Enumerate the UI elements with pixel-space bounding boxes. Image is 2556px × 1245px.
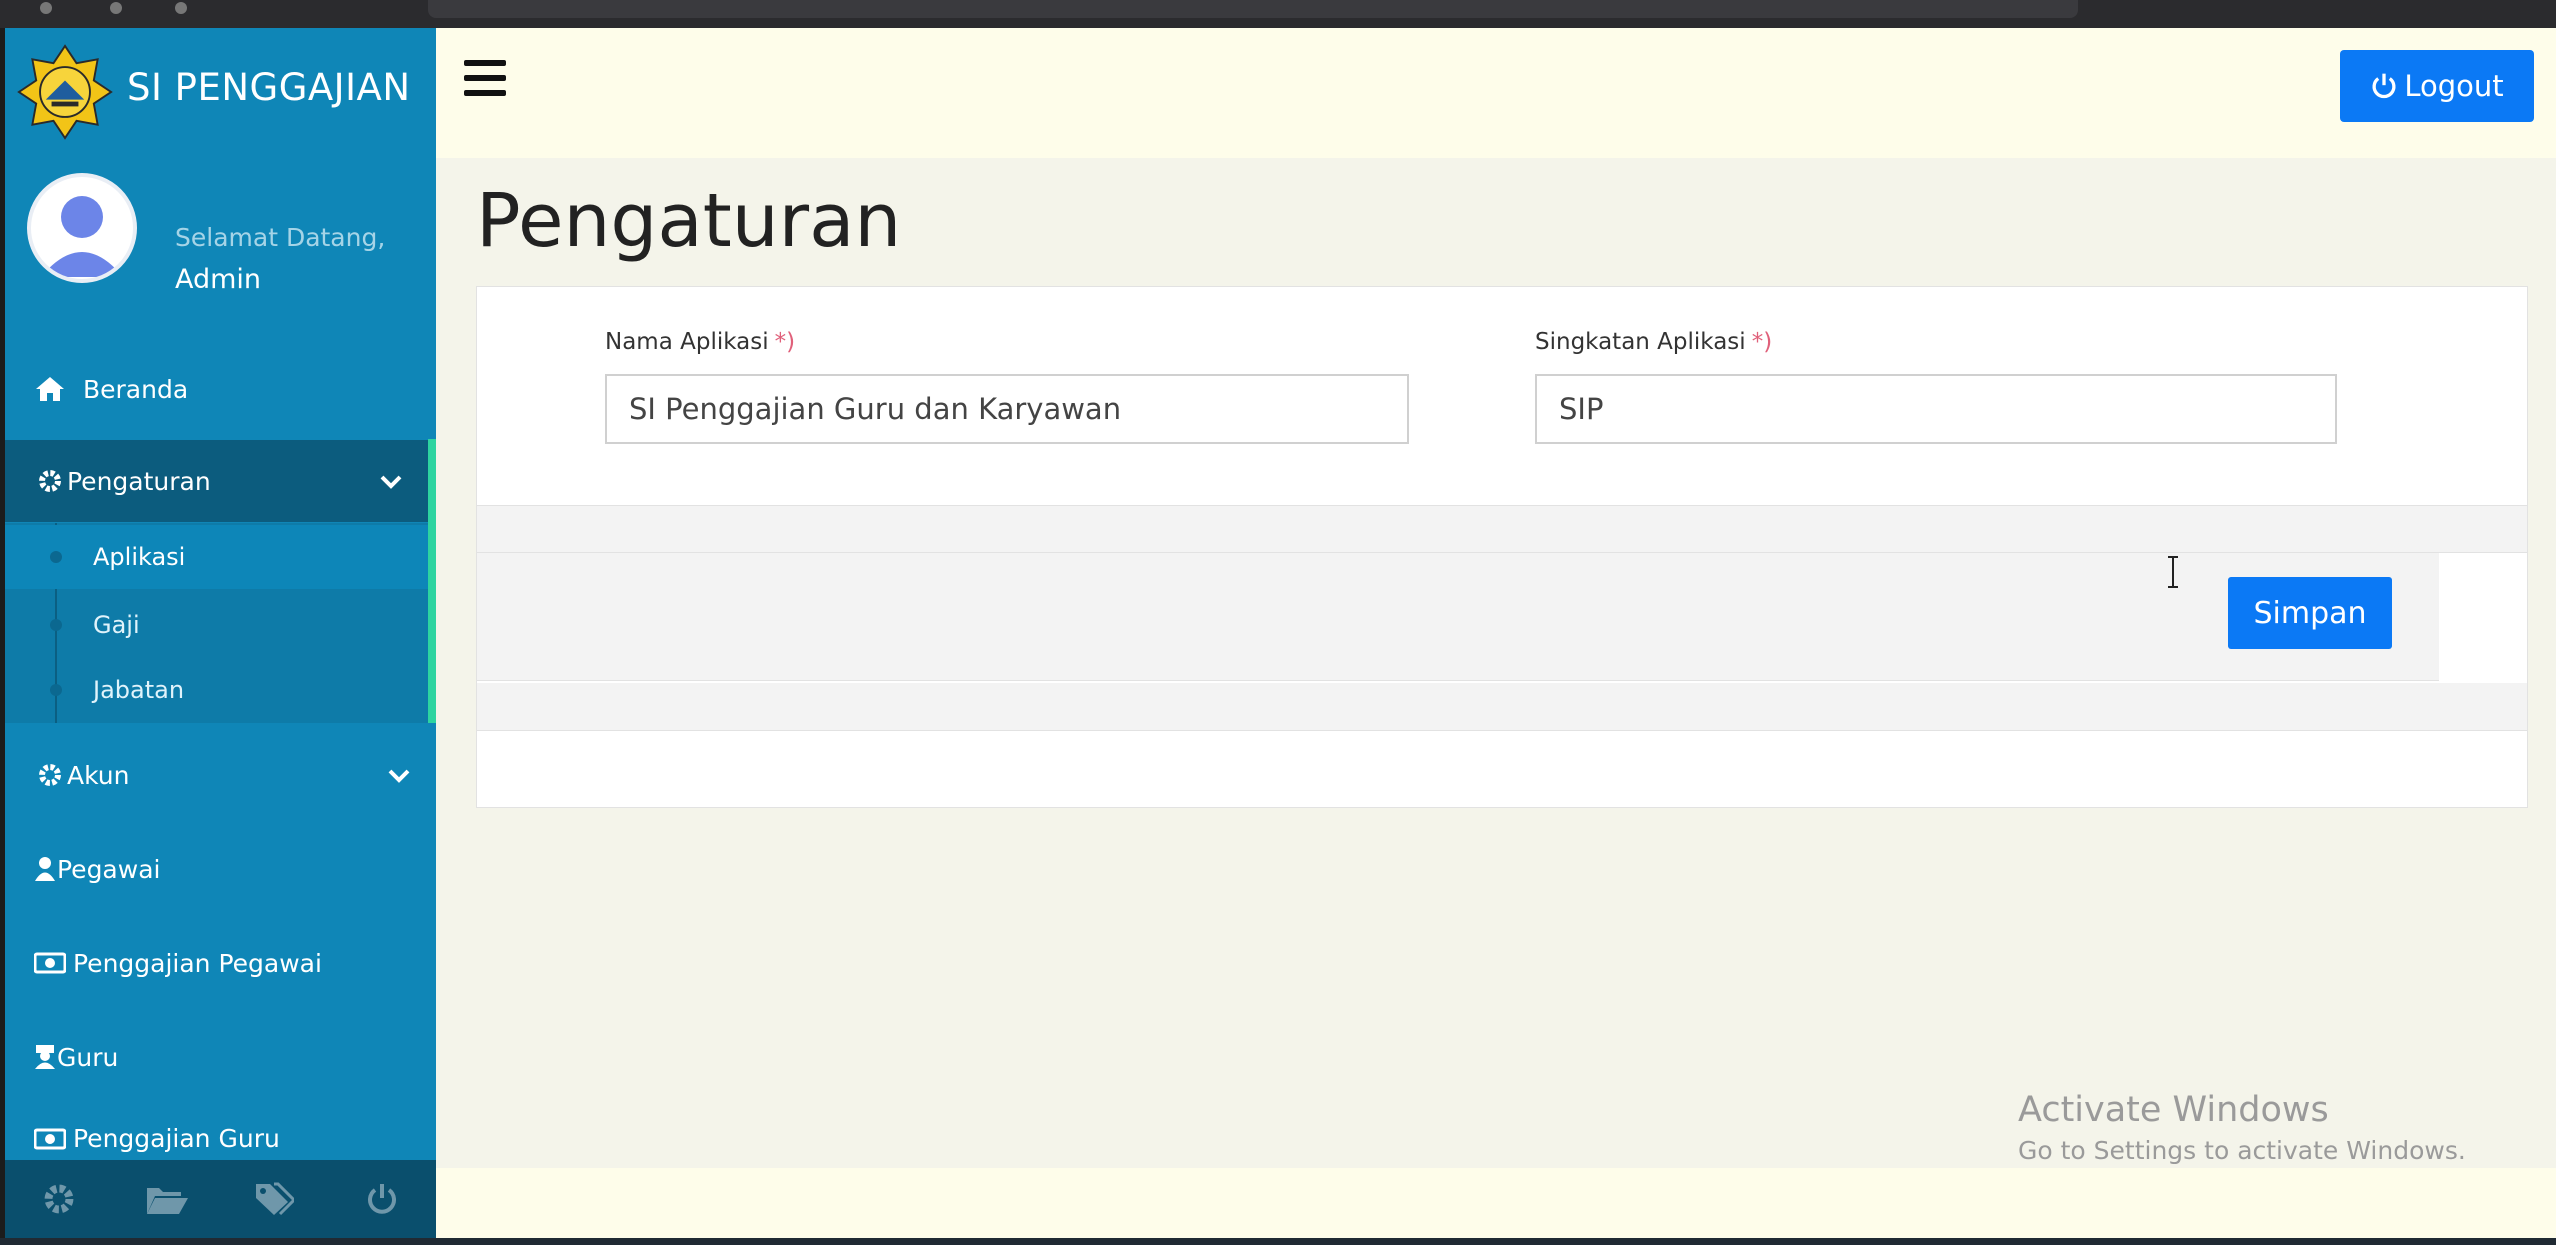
- settings-form-card: Nama Aplikasi*) Singkatan Aplikasi*) Sim…: [476, 286, 2528, 808]
- submenu-item-label: Jabatan: [93, 676, 185, 704]
- sidebar-item-label: Penggajian Pegawai: [73, 948, 322, 978]
- tags-icon: [256, 1182, 295, 1216]
- card-footer: Simpan: [477, 553, 2439, 681]
- submenu-item-jabatan[interactable]: Jabatan: [5, 658, 428, 722]
- sidebar-footer: [5, 1160, 436, 1238]
- tags-button[interactable]: [244, 1169, 304, 1229]
- text-cursor-icon: [2168, 556, 2178, 588]
- submenu-item-label: Gaji: [93, 611, 140, 639]
- nama-aplikasi-input[interactable]: [605, 374, 1409, 444]
- user-name: Admin: [175, 264, 262, 295]
- nama-aplikasi-label: Nama Aplikasi *): [605, 329, 796, 355]
- gear-icon: [44, 1184, 74, 1214]
- sidebar-item-guru[interactable]: Guru: [5, 1016, 436, 1098]
- settings-button[interactable]: [29, 1169, 89, 1229]
- windows-activation-watermark: Activate Windows Go to Settings to activ…: [2018, 1090, 2466, 1165]
- sidebar-item-pegawai[interactable]: Pegawai: [5, 828, 436, 910]
- sidebar-item-label: Penggajian Guru: [73, 1124, 280, 1153]
- sidebar-item-pengaturan[interactable]: Pengaturan: [5, 440, 436, 522]
- sidebar-item-label: Beranda: [83, 374, 189, 404]
- sidebar: SI PENGGAJIAN Selamat Datang, Admin Bera…: [5, 28, 436, 1238]
- watermark-subtitle: Go to Settings to activate Windows.: [2018, 1136, 2466, 1165]
- logout-label: Logout: [2404, 69, 2504, 103]
- sidebar-item-label: Guru: [57, 1042, 119, 1072]
- sidebar-item-label: Pegawai: [57, 854, 161, 884]
- chevron-down-icon: [388, 760, 410, 789]
- sidebar-item-penggajian-guru[interactable]: Penggajian Guru: [5, 1108, 436, 1164]
- top-navbar: Logout: [436, 28, 2556, 158]
- gear-icon: [33, 760, 67, 790]
- singkatan-aplikasi-input[interactable]: [1535, 374, 2337, 444]
- sidebar-item-penggajian-pegawai[interactable]: Penggajian Pegawai: [5, 922, 436, 1004]
- sidebar-item-label: Akun: [67, 760, 130, 790]
- sidebar-item-label: Pengaturan: [67, 466, 211, 496]
- chevron-down-icon: [380, 466, 402, 495]
- required-mark: *): [774, 329, 796, 355]
- card-divider: [477, 505, 2527, 553]
- sidebar-item-akun[interactable]: Akun: [5, 734, 436, 816]
- avatar: [27, 173, 137, 283]
- gear-icon: [33, 466, 67, 496]
- greeting-text: Selamat Datang,: [175, 223, 386, 252]
- page-title: Pengaturan: [476, 178, 902, 264]
- app-title: SI PENGGAJIAN: [127, 66, 411, 109]
- forward-icon[interactable]: [110, 2, 122, 14]
- address-bar[interactable]: [428, 0, 2078, 18]
- watermark-title: Activate Windows: [2018, 1090, 2329, 1130]
- card-divider: [477, 683, 2527, 731]
- hamburger-menu-button[interactable]: [464, 60, 510, 100]
- folder-open-icon: [146, 1188, 188, 1214]
- power-icon: [2372, 73, 2396, 99]
- submenu-item-aplikasi[interactable]: Aplikasi: [5, 525, 428, 589]
- user-panel: Selamat Datang, Admin: [5, 143, 436, 323]
- user-tie-icon: [33, 854, 57, 884]
- brand[interactable]: SI PENGGAJIAN: [5, 28, 436, 143]
- submenu-item-label: Aplikasi: [93, 543, 186, 571]
- power-button[interactable]: [352, 1169, 412, 1229]
- back-icon[interactable]: [40, 2, 52, 14]
- required-mark: *): [1751, 329, 1773, 355]
- singkatan-aplikasi-label: Singkatan Aplikasi *): [1535, 329, 1773, 355]
- os-taskbar: [0, 1238, 2556, 1245]
- power-icon: [368, 1184, 397, 1214]
- reload-icon[interactable]: [175, 2, 187, 14]
- teacher-icon: [33, 1042, 57, 1072]
- submenu-item-gaji[interactable]: Gaji: [5, 593, 428, 657]
- save-button[interactable]: Simpan: [2228, 577, 2392, 649]
- submenu-pengaturan: Aplikasi Gaji Jabatan: [5, 439, 436, 723]
- footer-bar: [436, 1168, 2556, 1238]
- home-icon: [33, 374, 67, 404]
- logo-icon: [17, 44, 113, 140]
- main-content: Pengaturan Nama Aplikasi*) Singkatan Apl…: [436, 158, 2556, 1168]
- money-bill-icon: [33, 1124, 67, 1154]
- folder-button[interactable]: [137, 1169, 197, 1229]
- sidebar-item-beranda[interactable]: Beranda: [5, 348, 436, 430]
- user-avatar-icon: [41, 196, 123, 277]
- logout-button[interactable]: Logout: [2340, 50, 2534, 122]
- money-bill-icon: [33, 948, 67, 978]
- browser-toolbar: [0, 0, 2556, 28]
- active-accent: [428, 439, 436, 723]
